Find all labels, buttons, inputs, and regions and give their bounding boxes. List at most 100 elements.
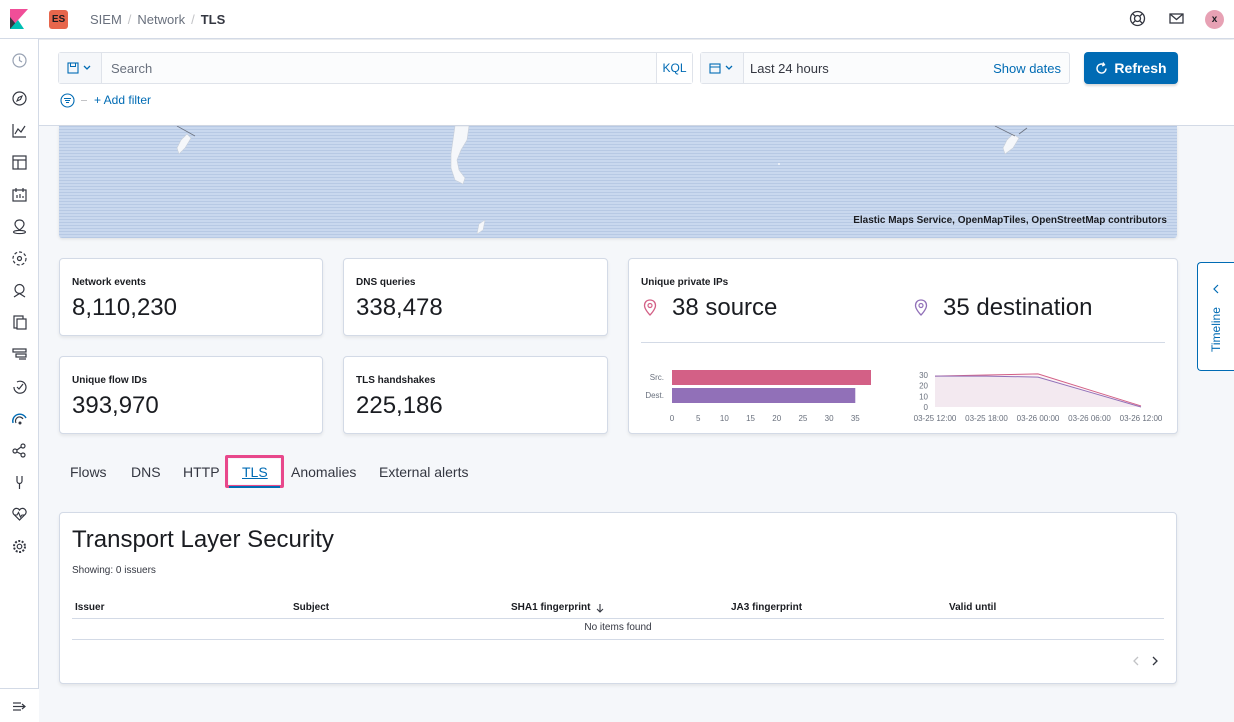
empty-table-message: No items found [584,622,652,633]
column-header-sha1-label: SHA1 fingerprint [511,602,591,613]
mail-icon[interactable] [1168,10,1186,28]
x-tick-label: 10 [720,414,729,423]
timeline-flyout-button[interactable]: Timeline [1197,262,1234,371]
stat-title: Network events [72,277,146,288]
y-tick-label: 10 [919,392,928,401]
side-nav [0,39,39,722]
chevron-left-icon [1213,284,1219,294]
stat-value: 393,970 [72,392,159,419]
apm-icon[interactable] [11,346,28,363]
y-tick-label: 20 [919,382,928,391]
calendar-icon [709,63,733,74]
panel-divider [641,342,1165,343]
save-chevron-icon [67,62,91,74]
space-avatar[interactable]: ES [49,10,68,29]
x-tick-label: 03-25 18:00 [965,414,1008,423]
active-tab-indicator [229,486,280,488]
show-dates-link[interactable]: Show dates [993,61,1061,76]
row-divider [72,639,1164,640]
unique-ips-area-chart[interactable]: 0 1020 30 03-25 12:00 03-25 18:00 03-26 00:00… [907,363,1172,425]
column-header-sha1[interactable]: SHA1 fingerprint [511,602,605,613]
uptime-icon[interactable] [11,378,28,395]
breadcrumb-tls: TLS [200,12,226,27]
x-tick-label: 03-26 06:00 [1068,414,1111,423]
bar-category-label: Dest. [645,391,664,400]
breadcrumb-separator: / [127,12,132,27]
column-header-subject[interactable]: Subject [293,602,329,613]
logs-icon[interactable] [11,314,28,331]
unique-flow-ids-panel: Unique flow IDs 393,970 [59,356,323,434]
timeline-label: Timeline [1209,307,1223,352]
ml-icon[interactable] [11,250,28,267]
query-bar: Search KQL Last 24 hours Show dates Refr… [39,40,1234,126]
bar-category-label: Src. [650,373,664,382]
source-ip-value: 38 source [672,294,778,321]
network-map[interactable]: Elastic Maps Service, OpenMapTiles, Open… [59,126,1177,238]
map-attribution[interactable]: Elastic Maps Service, OpenMapTiles, Open… [853,215,1167,226]
stat-title: TLS handshakes [356,375,436,386]
stat-title: DNS queries [356,277,416,288]
discover-compass-icon[interactable] [11,90,28,107]
menu-collapse-icon [11,698,28,720]
x-tick-label: 30 [825,414,834,423]
visualize-chart-icon[interactable] [11,122,28,139]
search-input[interactable]: Search [111,61,152,76]
tab-anomalies[interactable]: Anomalies [291,464,356,480]
breadcrumb: SIEM / Network / TLS [90,12,225,27]
x-tick-label: 25 [798,414,807,423]
x-tick-label: 03-26 00:00 [1017,414,1060,423]
column-header-ja3[interactable]: JA3 fingerprint [731,602,802,613]
bar-src [672,370,871,385]
canvas-icon[interactable] [11,186,28,203]
date-picker: Last 24 hours Show dates [700,52,1070,84]
dev-tools-icon[interactable] [11,474,28,491]
unique-ips-bar-chart[interactable]: Src. Dest. 0 5 10 15 20 25 30 35 [637,363,893,425]
dashboard-icon[interactable] [11,154,28,171]
header-divider [72,618,1164,619]
x-tick-label: 0 [670,414,675,423]
bar-dest [672,388,856,403]
siem-icon[interactable] [11,410,28,427]
column-header-issuer[interactable]: Issuer [75,602,104,613]
tab-flows[interactable]: Flows [70,464,107,480]
destination-ip-value: 35 destination [943,294,1093,321]
showing-count: Showing: 0 issuers [72,565,156,576]
stat-title: Unique private IPs [641,277,729,288]
area-fill-1 [935,376,1141,407]
add-filter-button[interactable]: + Add filter [94,93,151,107]
tab-tls[interactable]: TLS [229,459,280,484]
next-page-icon[interactable] [1148,654,1162,668]
kql-language-button[interactable]: KQL [656,53,692,83]
filter-options-icon[interactable] [60,93,75,108]
x-tick-label: 03-25 12:00 [914,414,957,423]
collapse-nav-button[interactable] [0,688,39,722]
tab-http[interactable]: HTTP [183,464,220,480]
infrastructure-icon[interactable] [11,282,28,299]
stat-title: Unique flow IDs [72,375,147,386]
management-gear-icon[interactable] [11,538,28,555]
column-header-valid-until[interactable]: Valid until [949,602,996,613]
refresh-label: Refresh [1114,60,1167,76]
help-icon[interactable] [1129,10,1147,28]
tab-dns[interactable]: DNS [131,464,161,480]
tab-external-alerts[interactable]: External alerts [379,464,468,480]
x-tick-label: 20 [772,414,781,423]
recent-clock-icon[interactable] [11,52,28,69]
maps-icon[interactable] [11,218,28,235]
tls-handshakes-panel: TLS handshakes 225,186 [343,356,608,434]
graph-icon[interactable] [11,442,28,459]
previous-page-icon[interactable] [1129,654,1143,668]
user-avatar[interactable]: x [1205,10,1224,29]
x-tick-label: 03-26 12:00 [1120,414,1163,423]
saved-query-button[interactable] [59,53,102,83]
breadcrumb-siem[interactable]: SIEM [90,12,122,27]
monitoring-heart-icon[interactable] [11,506,28,523]
quick-select-button[interactable] [701,53,744,83]
date-range-text[interactable]: Last 24 hours [750,61,829,76]
breadcrumb-network[interactable]: Network [137,12,185,27]
stat-value: 8,110,230 [72,294,177,321]
kibana-logo-icon[interactable] [10,9,30,29]
refresh-icon [1096,61,1108,74]
refresh-button[interactable]: Refresh [1084,52,1178,84]
y-tick-label: 0 [924,403,929,412]
